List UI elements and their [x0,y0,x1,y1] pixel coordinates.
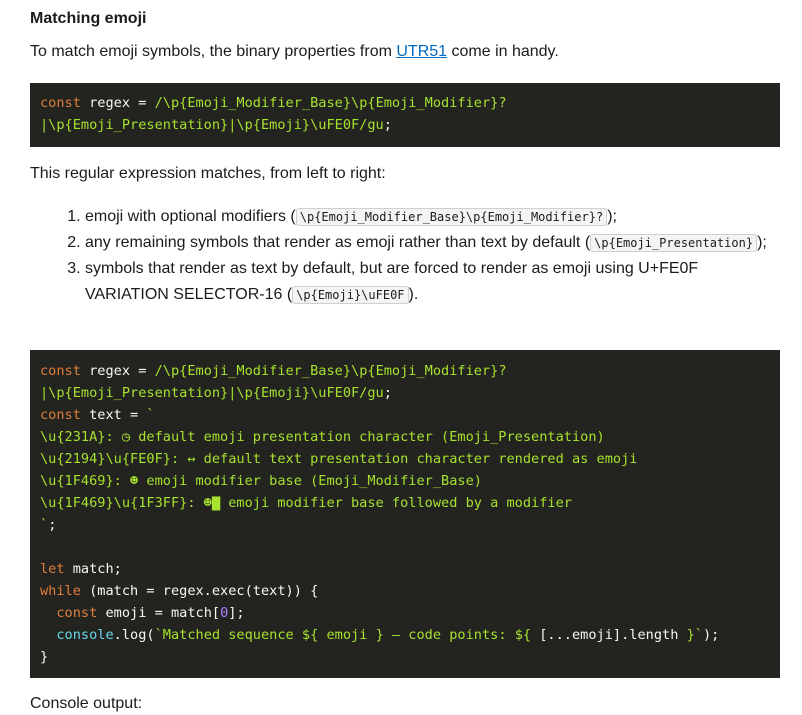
section-heading: Matching emoji [30,10,147,27]
list-item: symbols that render as text by default, … [85,256,770,308]
code-line: const text = ` [40,407,155,423]
code-line: \u{231A}: ◷ default emoji presentation c… [40,429,605,445]
code-block-regex: const regex = /\p{Emoji_Modifier_Base}\p… [30,83,780,147]
list-item: any remaining symbols that render as emo… [85,230,770,256]
match-order-list: emoji with optional modifiers (\p{Emoji_… [30,204,770,308]
intro-paragraph: To match emoji symbols, the binary prope… [30,41,559,63]
inline-code: \p{Emoji_Modifier_Base}\p{Emoji_Modifier… [295,208,608,226]
explanation-paragraph: This regular expression matches, from le… [30,165,386,182]
code-line: |\p{Emoji_Presentation}|\p{Emoji}\uFE0F/… [40,117,392,133]
code-line: const emoji = match[0]; [56,605,245,621]
code-block-example: const regex = /\p{Emoji_Modifier_Base}\p… [30,350,780,678]
code-line: const regex = /\p{Emoji_Modifier_Base}\p… [40,95,507,111]
code-line: `; [40,517,57,533]
code-line: \u{1F469}: ☻ emoji modifier base (Emoji_… [40,473,482,489]
inline-code: \p{Emoji}\uFE0F [292,286,409,304]
list-item: emoji with optional modifiers (\p{Emoji_… [85,204,770,230]
code-line: |\p{Emoji_Presentation}|\p{Emoji}\uFE0F/… [40,385,392,401]
code-line: console.log(`Matched sequence ${ emoji }… [56,627,720,643]
utr51-link[interactable]: UTR51 [396,43,447,60]
code-line: } [40,649,49,665]
code-line: \u{1F469}\u{1F3FF}: ☻▇ emoji modifier ba… [40,495,572,511]
document-page: Matching emoji To match emoji symbols, t… [0,0,802,712]
code-line: let match; [40,561,122,577]
intro-text-after: come in handy. [447,43,559,60]
code-line: while (match = regex.exec(text)) { [40,583,319,599]
code-line: const regex = /\p{Emoji_Modifier_Base}\p… [40,363,507,379]
inline-code: \p{Emoji_Presentation} [590,234,758,252]
console-output-label: Console output: [30,695,143,712]
intro-text-before: To match emoji symbols, the binary prope… [30,43,397,60]
code-line: \u{2194}\u{FE0F}: ↔ default text present… [40,451,638,467]
